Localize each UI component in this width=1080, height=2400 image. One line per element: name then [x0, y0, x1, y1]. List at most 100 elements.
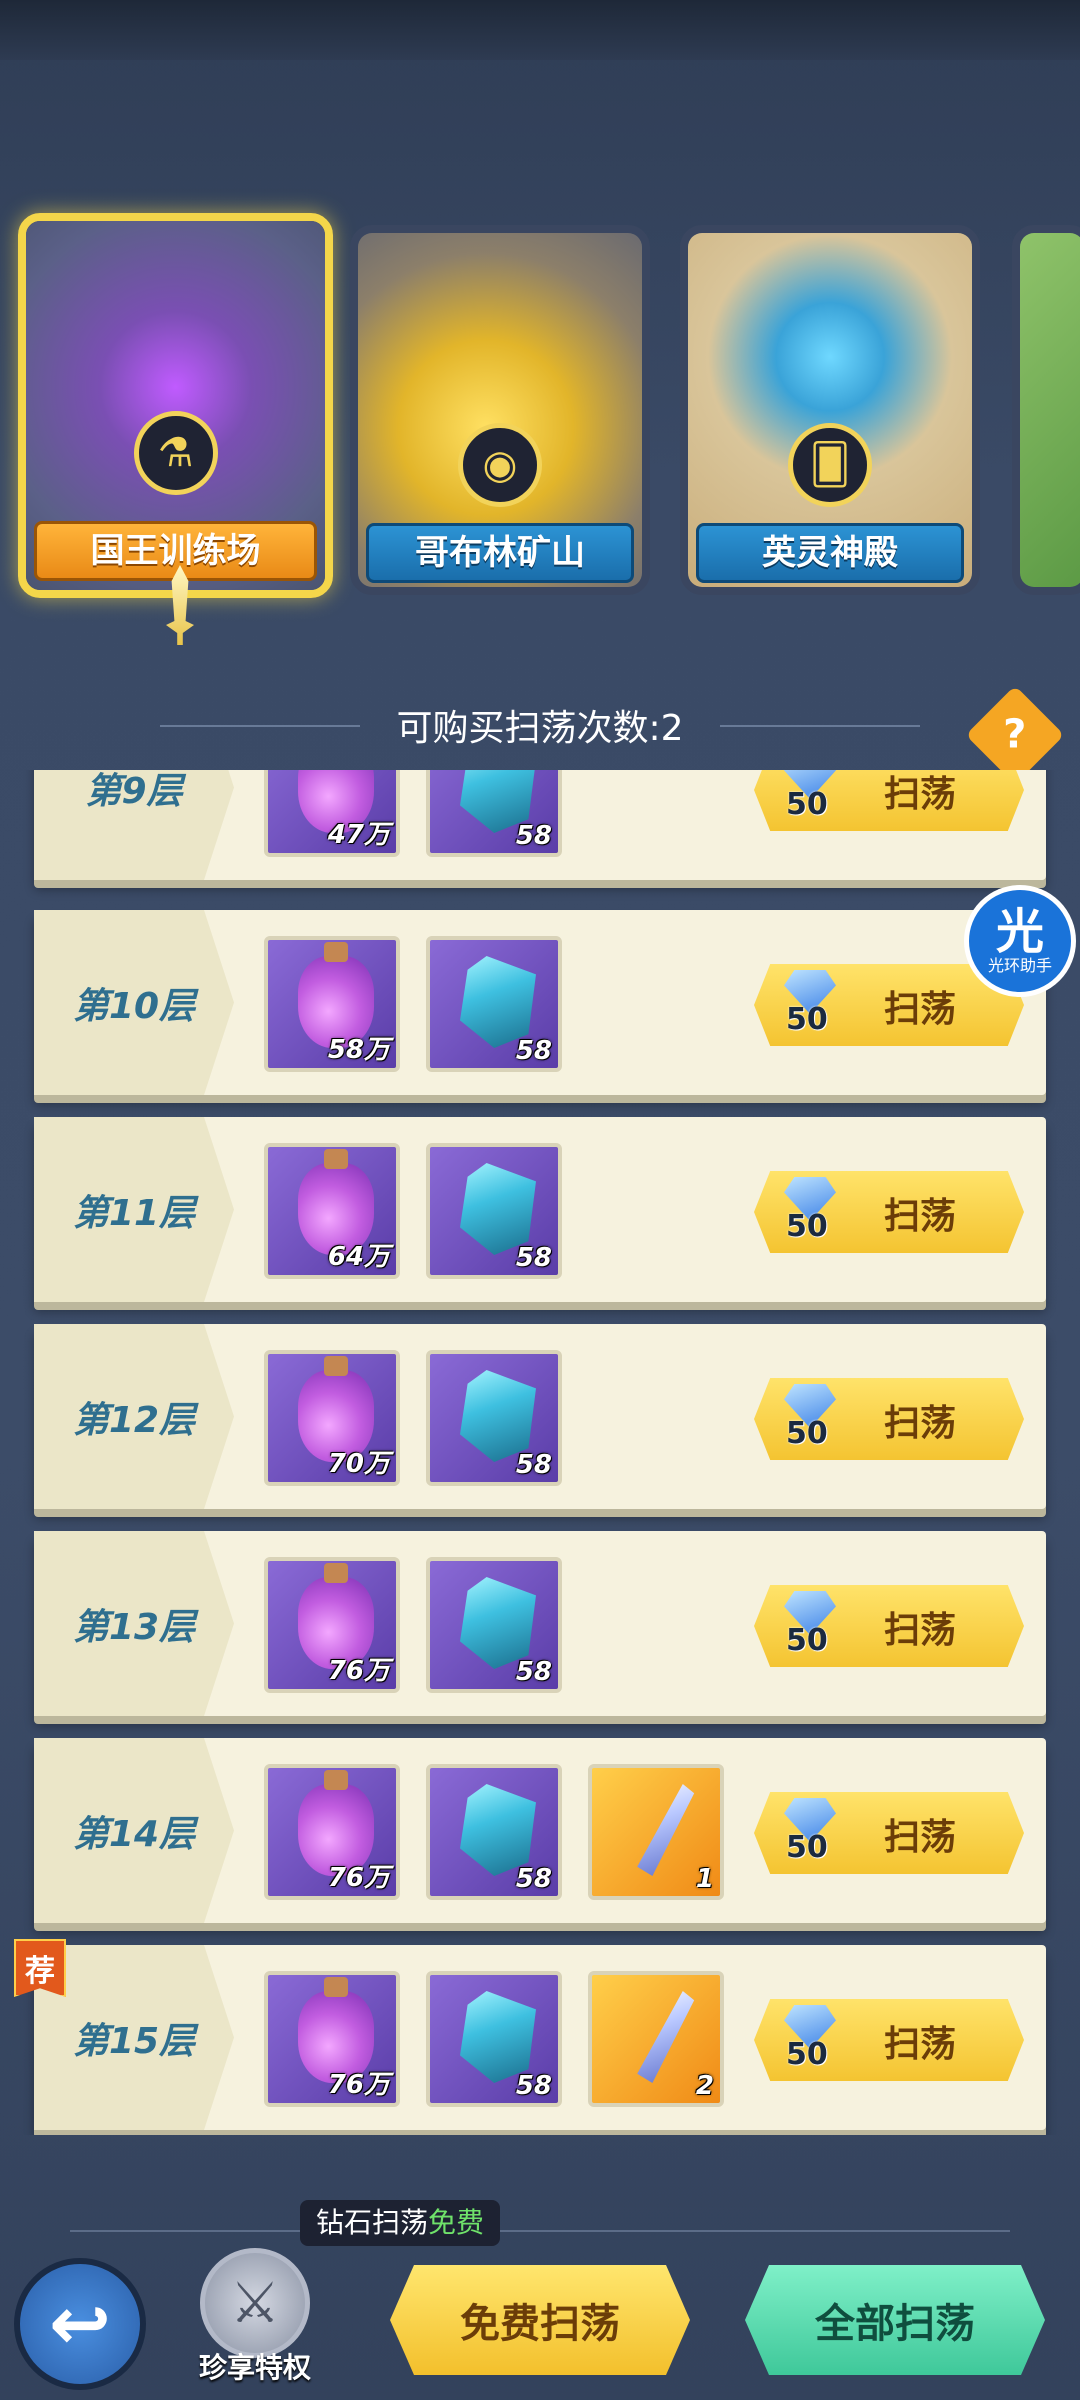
floor-row-12: 第12层 70万 58 50 扫荡 — [34, 1324, 1046, 1509]
assistant-glyph: 光 — [995, 904, 1044, 960]
shard-icon — [637, 1991, 695, 2083]
floor-list[interactable]: 第9层 47万 58 50 扫荡 第10层 58万 58 50 扫荡 第11层 64… — [0, 770, 1080, 2135]
floor-row-14: 第14层 76万 58 1 50 扫荡 — [34, 1738, 1046, 1923]
tooltip-free-text: 免费 — [428, 2206, 485, 2239]
potion-reward[interactable]: 76万 — [264, 1971, 400, 2107]
crystal-reward[interactable]: 58 — [426, 1143, 562, 1279]
mode-card-king-training[interactable]: ⚗ 国王训练场 — [18, 213, 333, 598]
potion-reward[interactable]: 70万 — [264, 1350, 400, 1486]
potion-reward[interactable]: 64万 — [264, 1143, 400, 1279]
sweep-button[interactable]: 50 扫荡 — [754, 1999, 1024, 2081]
sweep-button[interactable]: 50 扫荡 — [754, 1585, 1024, 1667]
reward-count: 70万 — [327, 1449, 390, 1479]
free-sweep-button[interactable]: 免费扫荡 — [390, 2265, 690, 2375]
reward-count: 76万 — [327, 2070, 390, 2100]
sweep-label: 扫荡 — [884, 989, 957, 1030]
crystal-icon — [460, 1991, 536, 2083]
reward-count: 76万 — [327, 1863, 390, 1893]
sweep-count-text: 可购买扫荡次数:2 — [396, 708, 684, 749]
crystal-icon — [460, 956, 536, 1048]
mode-label-king-training: 国王训练场 — [34, 521, 317, 581]
sweep-button[interactable]: 50 扫荡 — [754, 1171, 1024, 1253]
mode-label-hero-temple: 英灵神殿 — [696, 523, 964, 583]
crystal-reward[interactable]: 58 — [426, 1350, 562, 1486]
mode-card-goblin-mine[interactable]: ◉ 哥布林矿山 — [350, 225, 650, 595]
potion-badge-icon: ⚗ — [133, 411, 218, 495]
diamond-cost: 50 — [786, 1002, 828, 1037]
sweep-label: 扫荡 — [884, 1610, 957, 1651]
reward-count: 58 — [515, 1864, 552, 1894]
sweep-all-button[interactable]: 全部扫荡 — [745, 2265, 1045, 2375]
floor-row-15: 第15层 荐 76万 58 2 50 扫荡 — [14, 1939, 1046, 2130]
crystal-icon — [460, 1163, 536, 1255]
shard-icon — [637, 1784, 695, 1876]
reward-count: 47万 — [327, 820, 390, 850]
privilege-button[interactable]: ⚔ 珍享特权 — [190, 2248, 320, 2388]
floor-label: 第11层 — [34, 1117, 234, 1302]
crystal-icon — [460, 1577, 536, 1669]
reward-count: 58 — [515, 2071, 552, 2101]
sweep-button[interactable]: 50 扫荡 — [754, 1378, 1024, 1460]
reward-count: 2 — [695, 2071, 714, 2101]
crystal-reward[interactable]: 58 — [426, 1557, 562, 1693]
floor-label: 第12层 — [34, 1324, 234, 1509]
diamond-sweep-tooltip: 钻石扫荡免费 — [300, 2200, 501, 2246]
crystal-icon — [460, 1784, 536, 1876]
reward-count: 58 — [515, 1450, 552, 1480]
reward-count: 64万 — [327, 1242, 390, 1272]
crystal-reward[interactable]: 58 — [426, 1764, 562, 1900]
shard-reward[interactable]: 1 — [588, 1764, 724, 1900]
floor-label: 第10层 — [34, 910, 234, 1095]
reward-count: 58 — [515, 1243, 552, 1273]
mode-card-hero-temple[interactable]: 🂠 英灵神殿 — [680, 225, 980, 595]
mode-selector: ⚗ 国王训练场 ◉ 哥布林矿山 🂠 英灵神殿 — [0, 205, 1080, 645]
sweep-label: 扫荡 — [884, 1817, 957, 1858]
shard-reward[interactable]: 2 — [588, 1971, 724, 2107]
diamond-cost: 50 — [786, 2037, 828, 2072]
diamond-cost: 50 — [786, 1623, 828, 1658]
crystal-reward[interactable]: 58 — [426, 770, 562, 857]
floor-label: 第9层 — [34, 770, 234, 880]
reward-count: 76万 — [327, 1656, 390, 1686]
crossed-swords-icon: ⚔ — [200, 2248, 310, 2358]
assistant-label: 光环助手 — [987, 956, 1052, 975]
potion-reward[interactable]: 76万 — [264, 1557, 400, 1693]
diamond-cost: 50 — [786, 1416, 828, 1451]
back-button[interactable]: ↩ — [14, 2258, 146, 2390]
diamond-cost: 50 — [786, 1830, 828, 1865]
reward-count: 58万 — [327, 1035, 390, 1065]
bottom-divider — [70, 2230, 1010, 2232]
reward-count: 1 — [695, 1864, 714, 1894]
sweep-button[interactable]: 50 扫荡 — [754, 1792, 1024, 1874]
potion-reward[interactable]: 76万 — [264, 1764, 400, 1900]
reward-count: 58 — [515, 1036, 552, 1066]
tooltip-text: 钻石扫荡 — [316, 2206, 429, 2239]
back-arrow-icon: ↩ — [48, 2281, 111, 2367]
reward-count: 58 — [515, 821, 552, 851]
floor-row-10: 第10层 58万 58 50 扫荡 — [34, 910, 1046, 1095]
potion-reward[interactable]: 47万 — [264, 770, 400, 857]
crystal-icon — [460, 1370, 536, 1462]
sweep-count-header: 可购买扫荡次数:2 — [0, 695, 1080, 755]
diamond-cost: 50 — [786, 787, 828, 822]
cards-badge-icon: 🂠 — [788, 423, 872, 507]
floor-row-11: 第11层 64万 58 50 扫荡 — [34, 1117, 1046, 1302]
sweep-label: 扫荡 — [884, 1403, 957, 1444]
floor-row-9: 第9层 47万 58 50 扫荡 — [34, 770, 1046, 880]
potion-reward[interactable]: 58万 — [264, 936, 400, 1072]
sweep-label: 扫荡 — [884, 774, 957, 815]
help-glyph: ? — [1003, 711, 1027, 758]
floor-label: 第14层 — [34, 1738, 234, 1923]
assistant-float-button[interactable]: 光 光环助手 — [964, 885, 1076, 997]
coin-badge-icon: ◉ — [458, 423, 542, 507]
mode-card-next-partial[interactable] — [1012, 225, 1080, 595]
floor-label: 第13层 — [34, 1531, 234, 1716]
next-mode-art — [1020, 233, 1080, 587]
sweep-button[interactable]: 50 扫荡 — [754, 770, 1024, 831]
crystal-reward[interactable]: 58 — [426, 936, 562, 1072]
diamond-cost: 50 — [786, 1209, 828, 1244]
crystal-reward[interactable]: 58 — [426, 1971, 562, 2107]
privilege-label: 珍享特权 — [198, 2351, 311, 2384]
floor-row-13: 第13层 76万 58 50 扫荡 — [34, 1531, 1046, 1716]
mode-label-goblin-mine: 哥布林矿山 — [366, 523, 634, 583]
